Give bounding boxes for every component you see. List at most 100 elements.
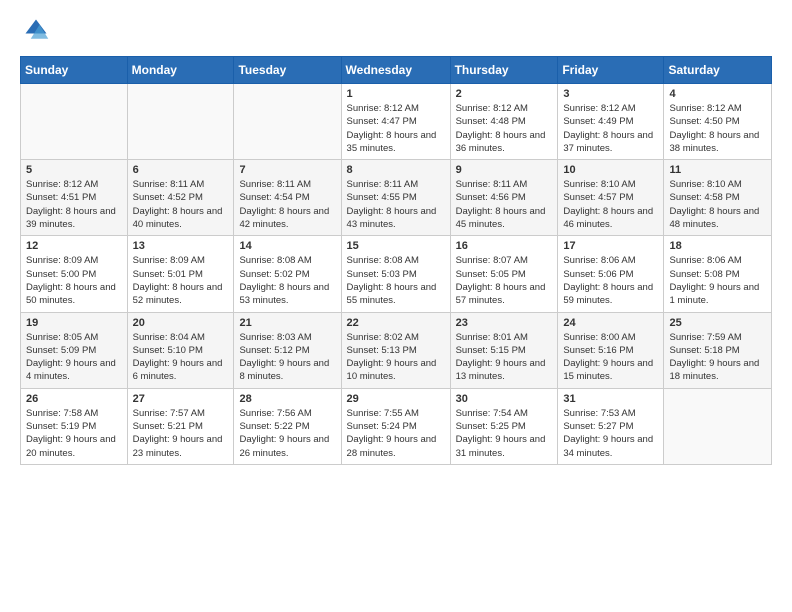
day-info: Sunrise: 8:06 AM Sunset: 5:06 PM Dayligh…	[563, 254, 658, 307]
weekday-header-wednesday: Wednesday	[341, 57, 450, 84]
day-info: Sunrise: 8:03 AM Sunset: 5:12 PM Dayligh…	[239, 331, 335, 384]
day-number: 13	[133, 240, 229, 252]
day-info: Sunrise: 8:01 AM Sunset: 5:15 PM Dayligh…	[456, 331, 553, 384]
week-row-2: 5 Sunrise: 8:12 AM Sunset: 4:51 PM Daylig…	[21, 160, 772, 236]
day-number: 27	[133, 393, 229, 405]
day-number: 15	[347, 240, 445, 252]
week-row-1: 1 Sunrise: 8:12 AM Sunset: 4:47 PM Daylig…	[21, 84, 772, 160]
day-cell: 11 Sunrise: 8:10 AM Sunset: 4:58 PM Dayli…	[664, 160, 772, 236]
day-cell: 24Sunrise: 8:00 AM Sunset: 5:16 PM Dayli…	[558, 312, 664, 388]
day-number: 3	[563, 88, 658, 100]
calendar-table: SundayMondayTuesdayWednesdayThursdayFrid…	[20, 56, 772, 465]
day-number: 5	[26, 164, 122, 176]
day-info: Sunrise: 8:08 AM Sunset: 5:03 PM Dayligh…	[347, 254, 445, 307]
day-number: 19	[26, 317, 122, 329]
day-number: 1	[347, 88, 445, 100]
day-info: Sunrise: 8:02 AM Sunset: 5:13 PM Dayligh…	[347, 331, 445, 384]
day-cell: 20 Sunrise: 8:04 AM Sunset: 5:10 PM Dayli…	[127, 312, 234, 388]
day-info: Sunrise: 8:12 AM Sunset: 4:47 PM Dayligh…	[347, 102, 445, 155]
day-info: Sunrise: 7:54 AM Sunset: 5:25 PM Dayligh…	[456, 407, 553, 460]
day-info: Sunrise: 8:00 AM Sunset: 5:16 PM Dayligh…	[563, 331, 658, 384]
day-info: Sunrise: 8:04 AM Sunset: 5:10 PM Dayligh…	[133, 331, 229, 384]
day-number: 21	[239, 317, 335, 329]
day-cell: 5 Sunrise: 8:12 AM Sunset: 4:51 PM Daylig…	[21, 160, 128, 236]
week-row-5: 26Sunrise: 7:58 AM Sunset: 5:19 PM Dayli…	[21, 388, 772, 464]
day-number: 11	[669, 164, 766, 176]
day-cell: 25 Sunrise: 7:59 AM Sunset: 5:18 PM Dayli…	[664, 312, 772, 388]
day-info: Sunrise: 7:56 AM Sunset: 5:22 PM Dayligh…	[239, 407, 335, 460]
day-cell: 29Sunrise: 7:55 AM Sunset: 5:24 PM Dayli…	[341, 388, 450, 464]
day-cell	[127, 84, 234, 160]
day-cell: 12 Sunrise: 8:09 AM Sunset: 5:00 PM Dayli…	[21, 236, 128, 312]
day-info: Sunrise: 8:09 AM Sunset: 5:00 PM Dayligh…	[26, 254, 122, 307]
weekday-header-thursday: Thursday	[450, 57, 558, 84]
day-info: Sunrise: 8:08 AM Sunset: 5:02 PM Dayligh…	[239, 254, 335, 307]
day-cell: 4 Sunrise: 8:12 AM Sunset: 4:50 PM Daylig…	[664, 84, 772, 160]
day-info: Sunrise: 8:06 AM Sunset: 5:08 PM Dayligh…	[669, 254, 766, 307]
day-cell: 9 Sunrise: 8:11 AM Sunset: 4:56 PM Daylig…	[450, 160, 558, 236]
day-number: 7	[239, 164, 335, 176]
day-number: 9	[456, 164, 553, 176]
day-info: Sunrise: 7:58 AM Sunset: 5:19 PM Dayligh…	[26, 407, 122, 460]
day-cell: 28 Sunrise: 7:56 AM Sunset: 5:22 PM Dayli…	[234, 388, 341, 464]
day-cell: 18 Sunrise: 8:06 AM Sunset: 5:08 PM Dayli…	[664, 236, 772, 312]
day-info: Sunrise: 8:11 AM Sunset: 4:56 PM Dayligh…	[456, 178, 553, 231]
day-number: 29	[347, 393, 445, 405]
day-info: Sunrise: 8:12 AM Sunset: 4:48 PM Dayligh…	[456, 102, 553, 155]
day-number: 14	[239, 240, 335, 252]
day-number: 22	[347, 317, 445, 329]
day-info: Sunrise: 8:11 AM Sunset: 4:55 PM Dayligh…	[347, 178, 445, 231]
day-cell: 10 Sunrise: 8:10 AM Sunset: 4:57 PM Dayli…	[558, 160, 664, 236]
weekday-header-sunday: Sunday	[21, 57, 128, 84]
day-info: Sunrise: 8:11 AM Sunset: 4:54 PM Dayligh…	[239, 178, 335, 231]
day-info: Sunrise: 8:09 AM Sunset: 5:01 PM Dayligh…	[133, 254, 229, 307]
day-number: 30	[456, 393, 553, 405]
day-number: 6	[133, 164, 229, 176]
day-info: Sunrise: 8:10 AM Sunset: 4:57 PM Dayligh…	[563, 178, 658, 231]
day-cell: 8 Sunrise: 8:11 AM Sunset: 4:55 PM Daylig…	[341, 160, 450, 236]
week-row-3: 12 Sunrise: 8:09 AM Sunset: 5:00 PM Dayli…	[21, 236, 772, 312]
header	[20, 16, 772, 44]
day-info: Sunrise: 8:05 AM Sunset: 5:09 PM Dayligh…	[26, 331, 122, 384]
day-info: Sunrise: 8:07 AM Sunset: 5:05 PM Dayligh…	[456, 254, 553, 307]
day-number: 10	[563, 164, 658, 176]
day-cell: 15 Sunrise: 8:08 AM Sunset: 5:03 PM Dayli…	[341, 236, 450, 312]
day-number: 2	[456, 88, 553, 100]
day-info: Sunrise: 8:12 AM Sunset: 4:49 PM Dayligh…	[563, 102, 658, 155]
weekday-header-tuesday: Tuesday	[234, 57, 341, 84]
day-number: 31	[563, 393, 658, 405]
day-info: Sunrise: 8:12 AM Sunset: 4:51 PM Dayligh…	[26, 178, 122, 231]
day-number: 4	[669, 88, 766, 100]
day-cell: 27Sunrise: 7:57 AM Sunset: 5:21 PM Dayli…	[127, 388, 234, 464]
weekday-header-friday: Friday	[558, 57, 664, 84]
day-cell: 22 Sunrise: 8:02 AM Sunset: 5:13 PM Dayli…	[341, 312, 450, 388]
logo-icon	[22, 16, 50, 44]
week-row-4: 19 Sunrise: 8:05 AM Sunset: 5:09 PM Dayli…	[21, 312, 772, 388]
day-number: 18	[669, 240, 766, 252]
day-cell	[21, 84, 128, 160]
day-info: Sunrise: 8:10 AM Sunset: 4:58 PM Dayligh…	[669, 178, 766, 231]
day-number: 8	[347, 164, 445, 176]
day-info: Sunrise: 7:59 AM Sunset: 5:18 PM Dayligh…	[669, 331, 766, 384]
day-cell: 30 Sunrise: 7:54 AM Sunset: 5:25 PM Dayli…	[450, 388, 558, 464]
day-cell: 6Sunrise: 8:11 AM Sunset: 4:52 PM Daylig…	[127, 160, 234, 236]
day-cell: 23 Sunrise: 8:01 AM Sunset: 5:15 PM Dayli…	[450, 312, 558, 388]
weekday-header-saturday: Saturday	[664, 57, 772, 84]
day-number: 23	[456, 317, 553, 329]
day-number: 25	[669, 317, 766, 329]
day-info: Sunrise: 7:53 AM Sunset: 5:27 PM Dayligh…	[563, 407, 658, 460]
day-cell	[664, 388, 772, 464]
day-cell: 21 Sunrise: 8:03 AM Sunset: 5:12 PM Dayli…	[234, 312, 341, 388]
day-number: 16	[456, 240, 553, 252]
day-cell	[234, 84, 341, 160]
day-cell: 16 Sunrise: 8:07 AM Sunset: 5:05 PM Dayli…	[450, 236, 558, 312]
day-number: 17	[563, 240, 658, 252]
day-number: 12	[26, 240, 122, 252]
day-info: Sunrise: 8:12 AM Sunset: 4:50 PM Dayligh…	[669, 102, 766, 155]
day-cell: 7 Sunrise: 8:11 AM Sunset: 4:54 PM Daylig…	[234, 160, 341, 236]
day-number: 20	[133, 317, 229, 329]
day-number: 28	[239, 393, 335, 405]
day-cell: 3 Sunrise: 8:12 AM Sunset: 4:49 PM Daylig…	[558, 84, 664, 160]
day-cell: 14 Sunrise: 8:08 AM Sunset: 5:02 PM Dayli…	[234, 236, 341, 312]
day-cell: 26Sunrise: 7:58 AM Sunset: 5:19 PM Dayli…	[21, 388, 128, 464]
